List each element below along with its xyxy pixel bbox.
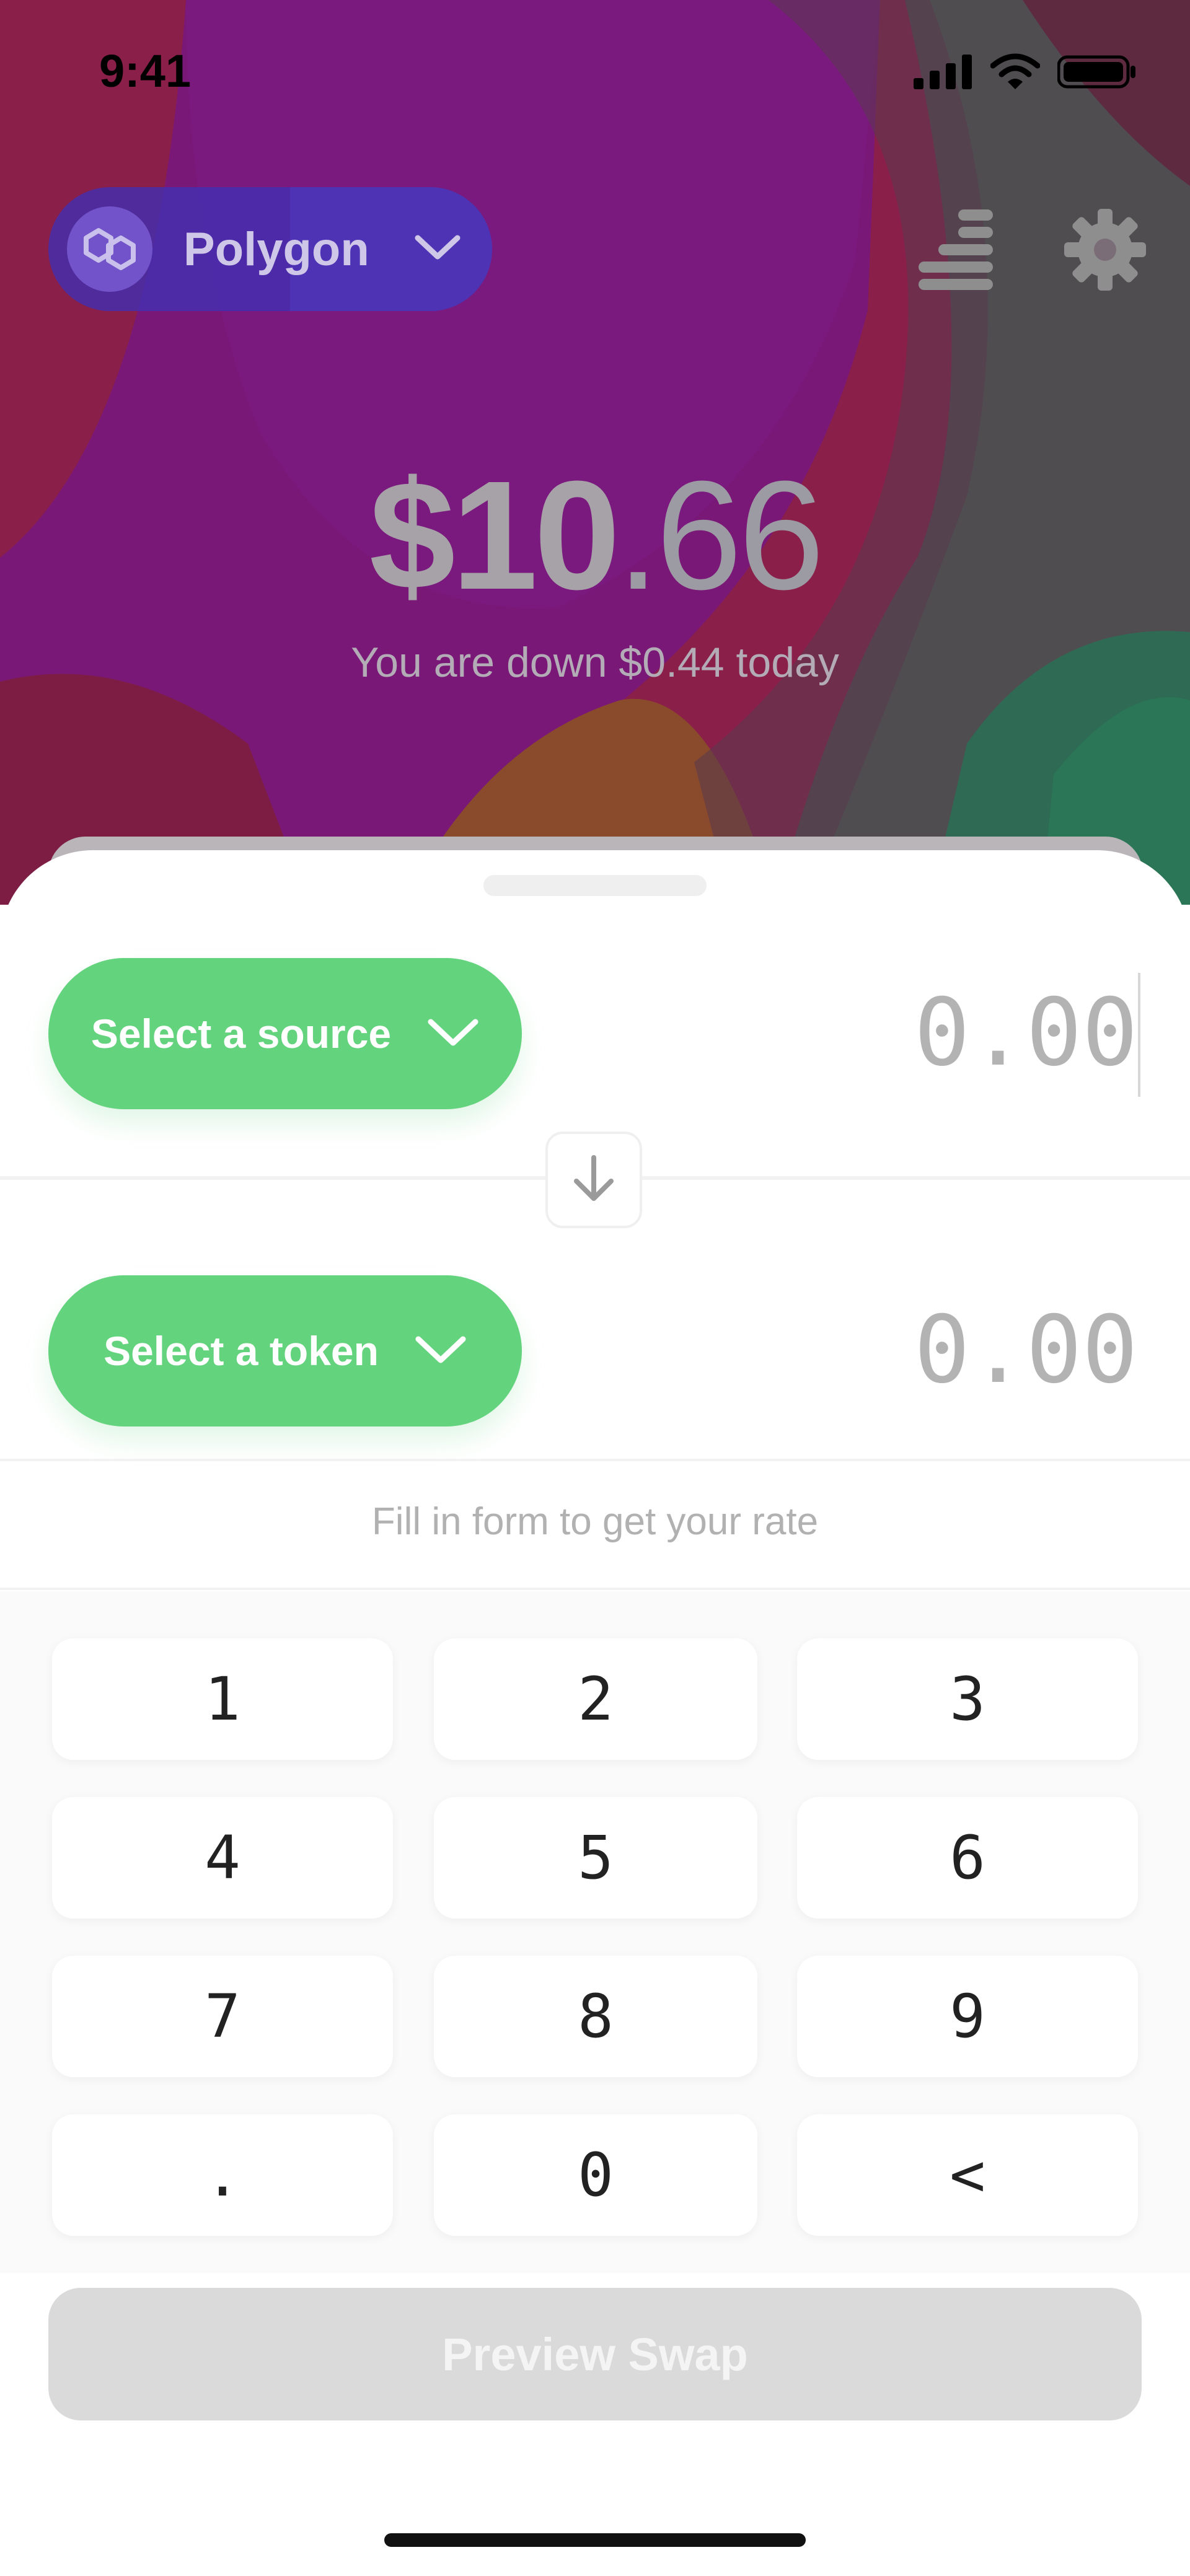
keypad-key-0[interactable]: 0 (434, 2114, 757, 2236)
stack-icon (915, 208, 998, 294)
battery-icon (1057, 55, 1138, 92)
keypad-key-8[interactable]: 8 (434, 1956, 757, 2077)
history-button[interactable] (910, 204, 1003, 297)
swap-direction-button[interactable] (545, 1132, 642, 1228)
signal-icon (914, 55, 973, 92)
keypad-key-9[interactable]: 9 (797, 1956, 1138, 2077)
polygon-logo-icon (67, 206, 152, 292)
status-time: 9:41 (99, 45, 192, 97)
chevron-down-icon (415, 1334, 467, 1368)
settings-button[interactable] (1059, 204, 1152, 297)
keypad-key-backspace[interactable]: < (797, 2114, 1138, 2236)
home-indicator[interactable] (384, 2533, 806, 2547)
arrow-down-icon (570, 1153, 617, 1208)
token-amount-input[interactable]: 0.00 (914, 1296, 1138, 1404)
select-token-button[interactable]: Select a token (48, 1275, 522, 1426)
keypad-key-4[interactable]: 4 (52, 1797, 393, 1919)
gear-icon (1062, 206, 1148, 296)
select-source-label: Select a source (90, 1011, 392, 1057)
keypad-key-6[interactable]: 6 (797, 1797, 1138, 1919)
keypad-key-decimal[interactable]: . (52, 2114, 393, 2236)
balance-cents: .66 (616, 449, 825, 622)
status-icons (914, 53, 1138, 94)
chevron-down-icon (414, 234, 461, 265)
select-token-label: Select a token (104, 1328, 379, 1374)
network-name: Polygon (183, 222, 369, 276)
text-caret (1138, 973, 1140, 1097)
select-source-button[interactable]: Select a source (48, 958, 522, 1109)
keypad-key-1[interactable]: 1 (52, 1638, 393, 1760)
rate-note: Fill in form to get your rate (371, 1500, 819, 1543)
keypad-key-7[interactable]: 7 (52, 1956, 393, 2077)
section-divider (0, 1459, 1190, 1461)
wifi-icon (990, 53, 1041, 94)
section-divider (0, 1588, 1190, 1590)
source-amount-input[interactable]: 0.00 (914, 979, 1138, 1087)
network-selector[interactable]: Polygon (48, 187, 492, 311)
swap-screen: 9:41 Polygon $10.66 You are down $0.44 t… (0, 0, 1190, 2576)
keypad-key-5[interactable]: 5 (434, 1797, 757, 1919)
preview-swap-button[interactable]: Preview Swap (48, 2288, 1142, 2420)
chevron-down-icon (427, 1017, 479, 1051)
balance-whole: $10 (369, 449, 620, 622)
sheet-handle[interactable] (483, 875, 707, 896)
keypad-key-2[interactable]: 2 (434, 1638, 757, 1760)
balance-amount: $10.66 (0, 446, 1190, 624)
keypad-key-3[interactable]: 3 (797, 1638, 1138, 1760)
balance-delta: You are down $0.44 today (351, 639, 839, 686)
